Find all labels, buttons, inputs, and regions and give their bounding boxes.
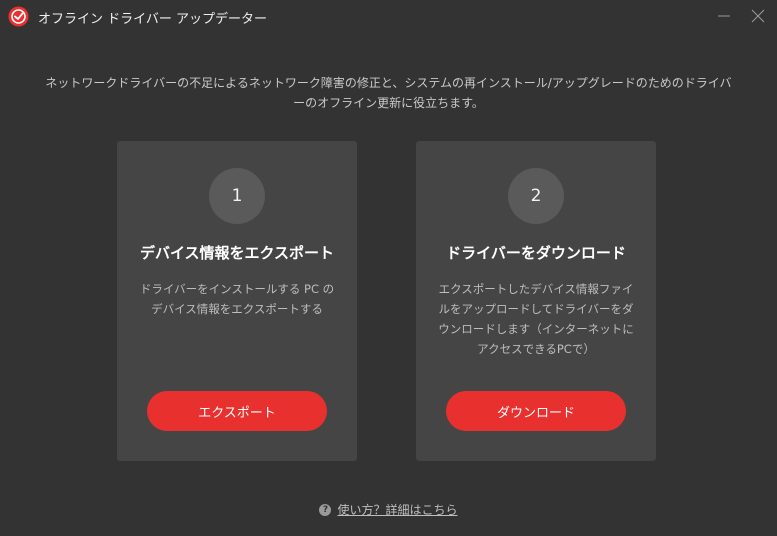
help-row: ? 使い方？詳細はこちら xyxy=(0,501,777,518)
minimize-button[interactable] xyxy=(713,5,735,27)
close-button[interactable] xyxy=(747,5,769,27)
description: ネットワークドライバーの不足によるネットワーク障害の修正と、システムの再インスト… xyxy=(40,73,737,113)
app-logo-icon xyxy=(8,6,29,27)
download-card: 2 ドライバーをダウンロード エクスポートしたデバイス情報ファイルをアップロード… xyxy=(416,141,656,461)
card-description: ドライバーをインストールする PC のデバイス情報をエクスポートする xyxy=(139,282,335,316)
step-number: 2 xyxy=(508,168,564,224)
export-button[interactable]: エクスポート xyxy=(147,391,327,431)
description-line-2: ーのオフライン更新に役立ちます。 xyxy=(293,96,484,110)
help-icon: ? xyxy=(319,503,332,516)
minimize-icon xyxy=(718,15,730,17)
help-link[interactable]: 使い方？詳細はこちら xyxy=(337,501,457,518)
step-number: 1 xyxy=(209,168,265,224)
description-line-1: ネットワークドライバーの不足によるネットワーク障害の修正と、システムの再インスト… xyxy=(45,76,732,90)
card-title: デバイス情報をエクスポート xyxy=(139,244,335,262)
card-description: エクスポートしたデバイス情報ファイルをアップロードしてドライバーをダウンロードし… xyxy=(438,282,634,356)
close-icon xyxy=(751,9,765,23)
download-button[interactable]: ダウンロード xyxy=(446,391,626,431)
export-card: 1 デバイス情報をエクスポート ドライバーをインストールする PC のデバイス情… xyxy=(117,141,357,461)
window-title: オフライン ドライバー アップデーター xyxy=(38,12,268,27)
card-title: ドライバーをダウンロード xyxy=(446,244,626,262)
title-bar: オフライン ドライバー アップデーター xyxy=(0,0,777,34)
